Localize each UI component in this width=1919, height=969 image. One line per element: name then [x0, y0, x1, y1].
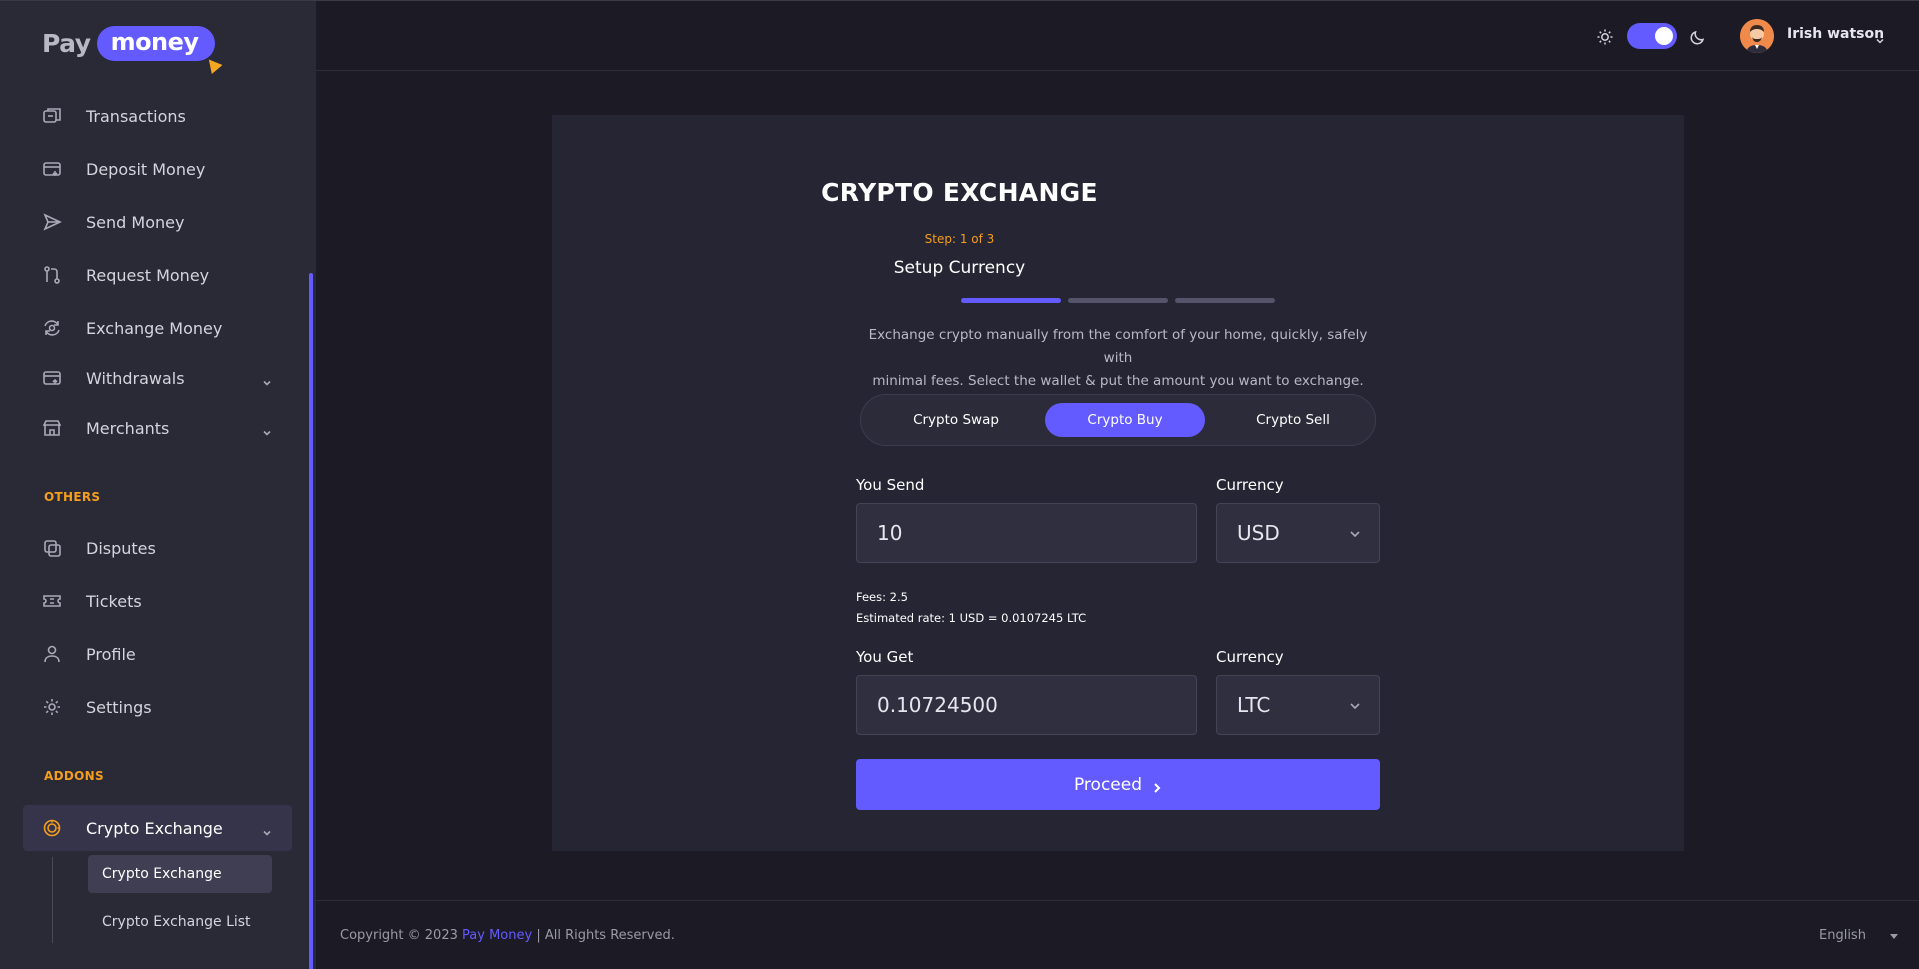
moon-icon[interactable]	[1689, 28, 1707, 46]
sidebar-item-label: Transactions	[86, 106, 186, 126]
sidebar-item-label: Withdrawals	[86, 368, 185, 388]
sidebar-item-transactions[interactable]: Transactions	[42, 104, 186, 128]
user-icon	[42, 644, 62, 664]
receive-amount-label: You Get	[856, 648, 914, 666]
submenu-item-crypto-exchange-list[interactable]: Crypto Exchange List	[88, 903, 272, 941]
logo-text-pay: Pay	[42, 28, 91, 58]
copyright: Copyright © 2023 Pay Money | All Rights …	[340, 928, 675, 943]
step-indicator: Step: 1 of 3	[924, 232, 995, 246]
sidebar-item-label: Deposit Money	[86, 159, 206, 179]
chevron-down-icon	[1349, 693, 1361, 717]
logo[interactable]: Pay money	[42, 23, 223, 74]
transactions-icon	[42, 106, 62, 126]
sidebar-item-profile[interactable]: Profile	[42, 642, 136, 666]
send-currency-value: USD	[1237, 521, 1280, 545]
copyright-brand-link[interactable]: Pay Money	[462, 928, 532, 943]
gear-icon	[42, 697, 62, 717]
withdraw-icon	[42, 368, 62, 388]
chevron-down-icon[interactable]	[262, 373, 272, 386]
proceed-label: Proceed	[1073, 774, 1143, 795]
sidebar-item-tickets[interactable]: Tickets	[42, 589, 142, 613]
progress-step-3	[1175, 298, 1275, 303]
description-line: minimal fees. Select the wallet & put th…	[872, 373, 1364, 389]
chevron-down-icon[interactable]	[262, 423, 272, 436]
section-label-addons: ADDONS	[44, 769, 104, 783]
sidebar-scrollbar[interactable]	[309, 273, 313, 969]
sidebar-item-settings[interactable]: Settings	[42, 695, 152, 719]
progress-step-2	[1068, 298, 1168, 303]
chevron-down-icon[interactable]	[1875, 31, 1885, 44]
sun-icon[interactable]	[1596, 28, 1614, 46]
progress-step-1	[961, 298, 1061, 303]
disputes-icon	[42, 538, 62, 558]
sidebar-item-disputes[interactable]: Disputes	[42, 536, 156, 560]
page-title: CRYPTO EXCHANGE	[821, 178, 1098, 207]
merchant-icon	[42, 418, 62, 438]
section-label-others: OTHERS	[44, 490, 101, 504]
proceed-button[interactable]: Proceed	[856, 759, 1380, 810]
sidebar-item-merchants[interactable]: Merchants	[42, 416, 169, 440]
crypto-exchange-card	[552, 115, 1684, 851]
exchange-icon	[42, 318, 62, 338]
sidebar-item-label: Profile	[86, 644, 136, 664]
chevron-right-icon	[1152, 779, 1162, 793]
theme-toggle[interactable]	[1627, 23, 1677, 49]
send-amount-input[interactable]: 10	[856, 503, 1197, 563]
crypto-icon	[42, 818, 62, 838]
chevron-down-icon	[1349, 521, 1361, 545]
receive-currency-select[interactable]: LTC	[1216, 675, 1380, 735]
description: Exchange crypto manually from the comfor…	[858, 324, 1378, 393]
fees-text: Fees: 2.5	[856, 590, 908, 604]
tab-crypto-sell[interactable]: Crypto Sell	[1213, 403, 1373, 437]
sidebar-item-label: Tickets	[86, 591, 142, 611]
toggle-knob	[1655, 27, 1673, 45]
sidebar-item-label: Exchange Money	[86, 318, 223, 338]
send-currency-select[interactable]: USD	[1216, 503, 1380, 563]
copyright-prefix: Copyright © 2023	[340, 928, 458, 943]
rate-text: Estimated rate: 1 USD = 0.0107245 LTC	[856, 611, 1087, 625]
logo-cursor-icon	[203, 54, 223, 74]
sidebar-item-label: Settings	[86, 697, 152, 717]
avatar[interactable]	[1740, 19, 1774, 53]
chevron-down-icon[interactable]	[262, 823, 272, 836]
submenu-line	[52, 857, 53, 943]
exchange-type-tabs: Crypto Swap Crypto Buy Crypto Sell	[860, 394, 1376, 446]
sidebar-item-crypto-exchange[interactable]: Crypto Exchange	[42, 816, 223, 840]
sidebar-item-label: Disputes	[86, 538, 156, 558]
send-amount-label: You Send	[856, 476, 925, 494]
tab-crypto-swap[interactable]: Crypto Swap	[876, 403, 1036, 437]
sidebar-item-withdrawals[interactable]: Withdrawals	[42, 366, 185, 390]
receive-currency-value: LTC	[1237, 693, 1271, 717]
sidebar-item-exchange-money[interactable]: Exchange Money	[42, 316, 222, 340]
caret-down-icon[interactable]	[1890, 934, 1898, 939]
sidebar-item-label: Merchants	[86, 418, 170, 438]
sidebar-item-label: Crypto Exchange	[86, 818, 223, 838]
language-select[interactable]: English	[1819, 928, 1866, 943]
send-icon	[42, 212, 62, 232]
copyright-suffix: | All Rights Reserved.	[536, 928, 675, 943]
topbar	[316, 0, 1919, 71]
ticket-icon	[42, 591, 62, 611]
step-title: Setup Currency	[893, 258, 1026, 278]
description-line: Exchange crypto manually from the comfor…	[868, 327, 1368, 366]
receive-amount-input[interactable]: 0.10724500	[856, 675, 1197, 735]
sidebar: Pay money Transactions Deposit Money Sen…	[0, 0, 316, 969]
submenu-item-crypto-exchange[interactable]: Crypto Exchange	[88, 855, 272, 893]
user-name[interactable]: Irish watson	[1787, 26, 1884, 42]
footer-divider	[316, 900, 1919, 901]
sidebar-item-send-money[interactable]: Send Money	[42, 210, 184, 234]
sidebar-item-label: Send Money	[86, 212, 185, 232]
send-currency-label: Currency	[1216, 476, 1284, 494]
receive-currency-label: Currency	[1216, 648, 1284, 666]
tab-crypto-buy[interactable]: Crypto Buy	[1045, 403, 1205, 437]
deposit-icon	[42, 159, 62, 179]
logo-text-money: money	[96, 25, 223, 74]
